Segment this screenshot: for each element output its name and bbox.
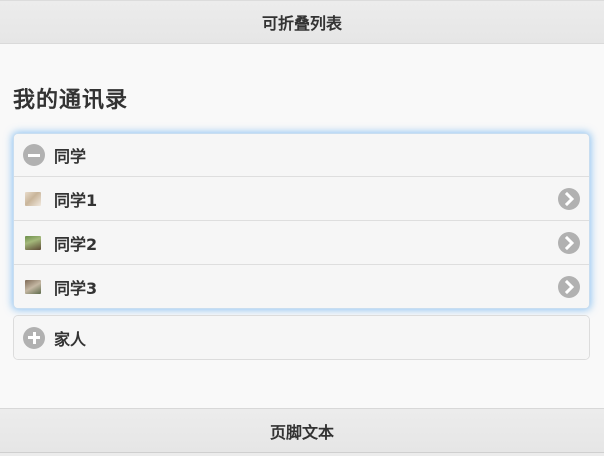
list-item-label: 同学3	[54, 278, 98, 298]
header-bar: 可折叠列表	[0, 0, 604, 44]
chevron-right-icon	[558, 187, 580, 210]
collapsible-classmates: 同学 同学1 同学2 同学3	[13, 133, 590, 309]
avatar-thumbnail	[25, 235, 41, 250]
footer-bar: 页脚文本	[0, 408, 604, 452]
list-item-classmate-2[interactable]: 同学2	[14, 220, 589, 264]
header-title: 可折叠列表	[261, 14, 342, 33]
plus-circle-icon	[23, 326, 45, 349]
collapsible-label: 家人	[54, 329, 87, 349]
minus-circle-icon	[23, 144, 45, 166]
collapsible-header-family[interactable]: 家人	[14, 316, 589, 359]
page-content: 我的通讯录 同学 同学1 同学2 同学3 家人	[0, 44, 604, 408]
page-title: 我的通讯录	[13, 88, 129, 113]
collapsible-label: 同学	[54, 147, 87, 166]
avatar-thumbnail	[25, 191, 41, 206]
footer-text: 页脚文本	[269, 422, 334, 442]
chevron-right-icon	[558, 231, 580, 254]
list-item-label: 同学1	[54, 190, 98, 210]
chevron-right-icon	[558, 275, 580, 298]
list-item-classmate-3[interactable]: 同学3	[14, 264, 589, 308]
bottom-edge	[0, 452, 604, 456]
avatar-thumbnail	[25, 279, 41, 294]
collapsible-header-classmates[interactable]: 同学	[14, 134, 589, 176]
list-item-classmate-1[interactable]: 同学1	[14, 176, 589, 220]
collapsible-family: 家人	[13, 315, 590, 360]
list-item-label: 同学2	[54, 234, 98, 254]
